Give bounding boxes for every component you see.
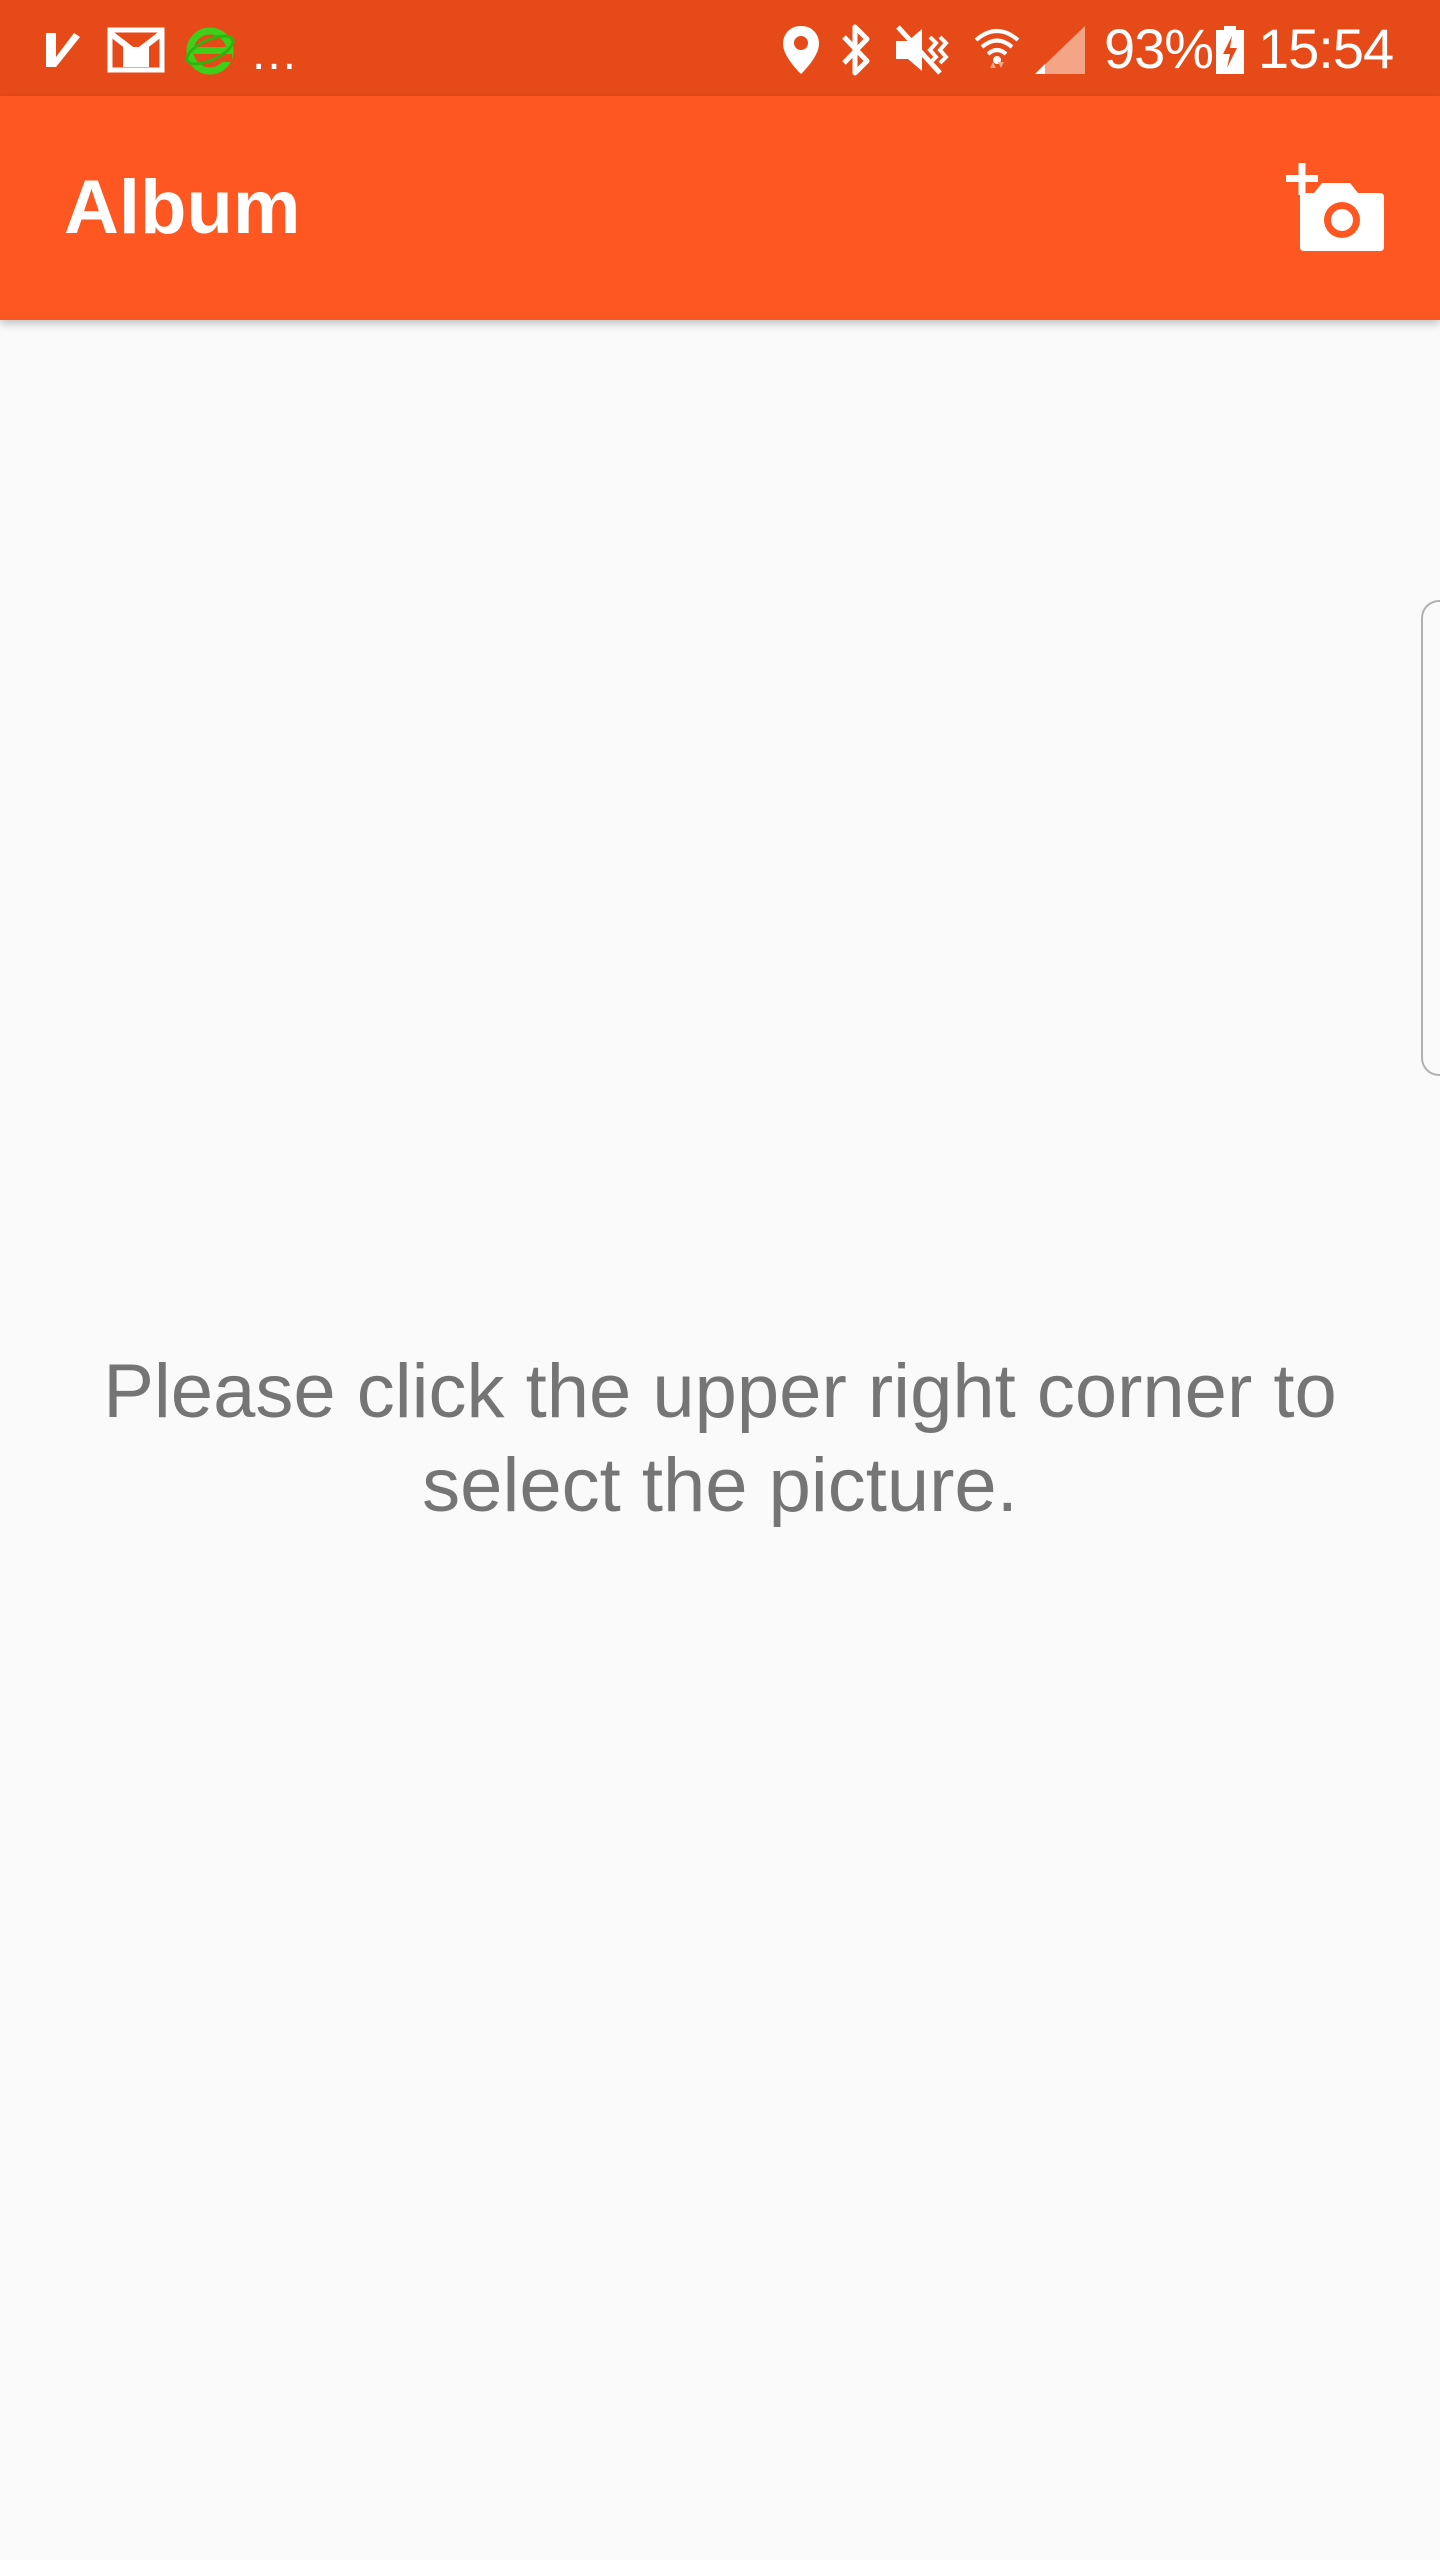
battery-charging-icon [1212,24,1248,76]
browser-e-icon [182,24,238,76]
checkmark-notification-icon [40,24,90,76]
signal-icon [1032,24,1088,76]
status-bar: ... 93% 15:54 [0,0,1440,96]
edge-panel-handle[interactable] [1421,600,1440,1076]
add-photo-button[interactable] [1280,154,1392,266]
app-screen: ... 93% 15:54 Album Please click the upp… [0,0,1440,2560]
vibrate-mute-icon [890,24,954,76]
bluetooth-icon [836,24,876,76]
status-time: 15:54 [1258,17,1394,80]
add-photo-icon [1286,162,1386,258]
mail-icon [106,24,166,76]
battery-percent: 93% [1104,17,1214,80]
empty-state-message: Please click the upper right corner to s… [103,1349,1337,1528]
wifi-icon [970,24,1024,76]
app-bar: Album [0,96,1440,320]
overflow-dots: ... [252,27,299,80]
location-icon [778,24,824,76]
page-title: Album [64,165,301,250]
